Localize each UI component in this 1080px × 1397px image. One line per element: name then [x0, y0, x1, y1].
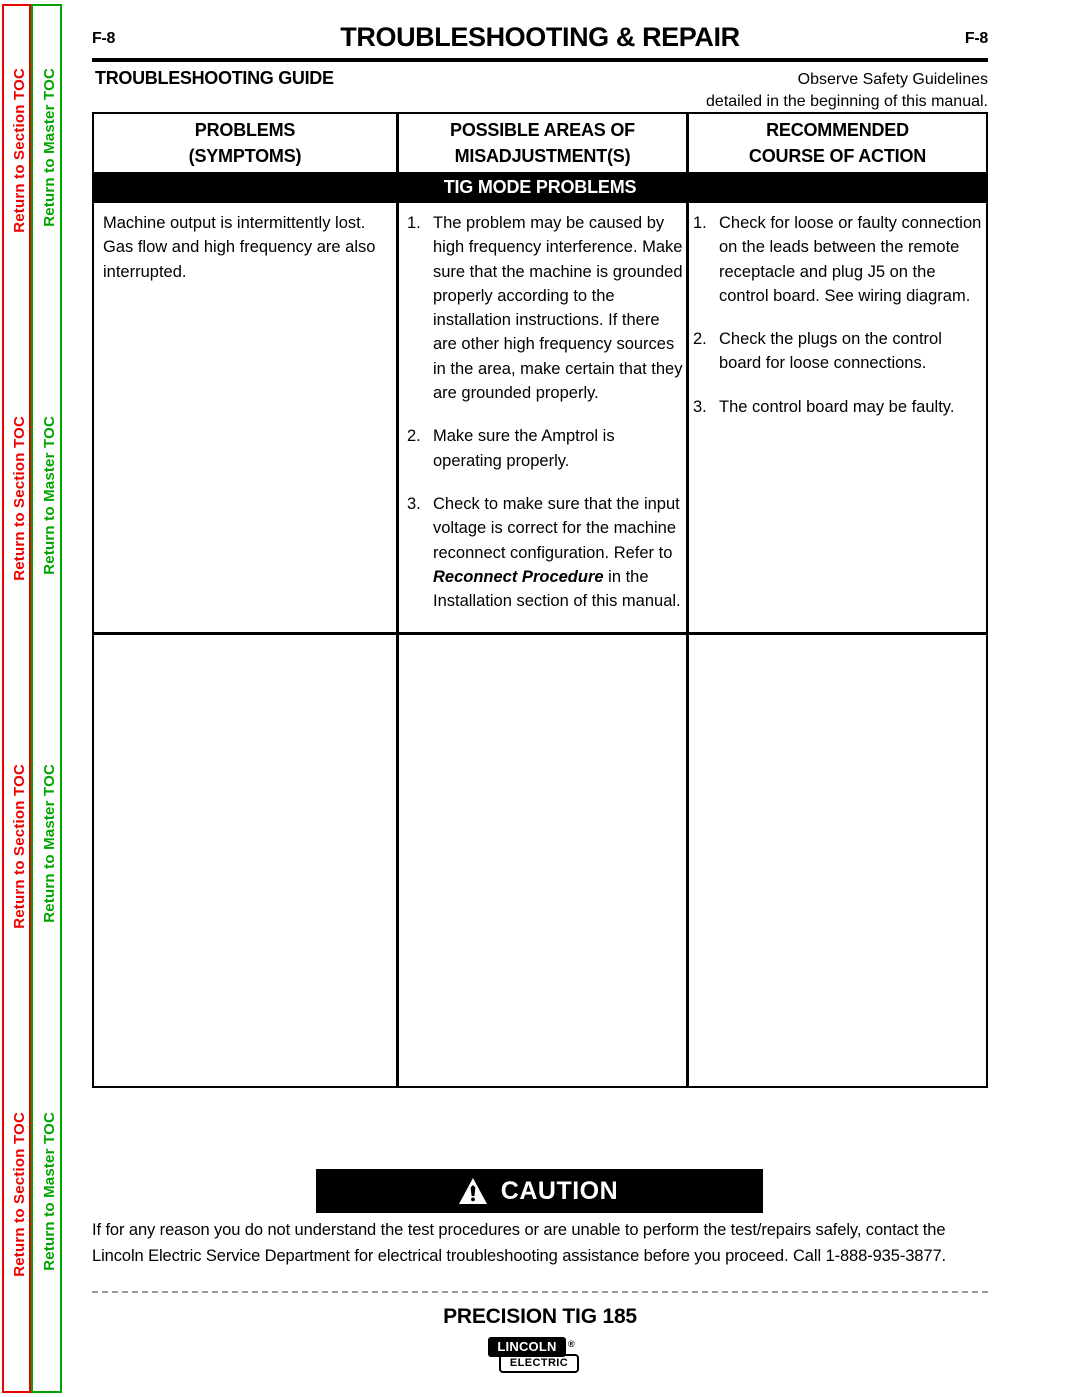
cell-misadjustments-empty	[399, 635, 686, 1086]
logo-lincoln-text: LINCOLN	[488, 1337, 566, 1357]
list-item: 1. The problem may be caused by high freq…	[407, 211, 684, 405]
list-marker: 2.	[407, 427, 421, 446]
list-item-text: The problem may be caused by high freque…	[433, 214, 683, 403]
safety-note-line1: Observe Safety Guidelines	[797, 71, 988, 88]
cell-misadjustments: 1. The problem may be caused by high freq…	[399, 203, 686, 632]
column-header-recommended-action: RECOMMENDED COURSE OF ACTION	[689, 114, 986, 172]
list-item-text: Check to make sure that the input voltag…	[433, 494, 680, 562]
column-header-line1: PROBLEMS	[194, 120, 296, 140]
column-header-misadjustments: POSSIBLE AREAS OF MISADJUSTMENT(S)	[399, 114, 686, 172]
list-item-text: Make sure the Amptrol is operating prope…	[433, 427, 615, 470]
list-item: 3. The control board may be faulty.	[693, 395, 982, 419]
list-item-text: Check for loose or faulty connection on …	[719, 214, 982, 305]
table-header-row: PROBLEMS (SYMPTOMS) POSSIBLE AREAS OF MI…	[94, 114, 986, 172]
column-header-line1: RECOMMENDED	[766, 120, 909, 140]
list-item-text: Check the plugs on the control board for…	[719, 330, 942, 373]
cell-symptom: Machine output is intermittently lost. G…	[94, 203, 396, 632]
return-to-master-toc-column[interactable]: Return to Master TOC Return to Master TO…	[31, 4, 62, 1393]
page-title: TROUBLESHOOTING & REPAIR	[340, 22, 740, 52]
return-to-section-toc-link[interactable]: Return to Section TOC	[7, 1112, 32, 1277]
column-header-line2: COURSE OF ACTION	[748, 146, 927, 166]
caution-body-text: If for any reason you do not understand …	[92, 1221, 946, 1265]
cell-recommended-actions: 1. Check for loose or faulty connection o…	[689, 203, 986, 632]
list-marker: 1.	[693, 214, 707, 232]
folio-right: F-8	[964, 30, 988, 47]
return-to-section-toc-link[interactable]: Return to Section TOC	[7, 68, 32, 233]
list-marker: 1.	[407, 214, 421, 232]
cell-symptom-empty	[94, 635, 396, 1086]
list-item: 1. Check for loose or faulty connection o…	[693, 211, 982, 308]
lincoln-electric-logo: ELECTRIC LINCOLN ®	[488, 1337, 592, 1377]
footer-dashed-divider	[92, 1291, 988, 1293]
warning-triangle-icon	[459, 1178, 487, 1204]
return-to-section-toc-link[interactable]: Return to Section TOC	[7, 416, 32, 581]
list-item: 3. Check to make sure that the input volt…	[407, 492, 684, 613]
caution-label: CAUTION	[500, 1177, 619, 1205]
table-row	[94, 635, 986, 1086]
toc-sidebar: Return to Section TOC Return to Section …	[0, 0, 90, 1397]
safety-note-line2: detailed in the beginning of this manual…	[706, 93, 988, 110]
list-item-text: The control board may be faulty.	[719, 397, 955, 416]
action-list: 1. Check for loose or faulty connection o…	[693, 211, 982, 419]
misadjustment-list: 1. The problem may be caused by high freq…	[407, 211, 684, 613]
return-to-master-toc-link[interactable]: Return to Master TOC	[37, 416, 62, 575]
return-to-section-toc-link[interactable]: Return to Section TOC	[7, 764, 32, 929]
caution-banner: CAUTION	[316, 1169, 763, 1213]
guide-title: TROUBLESHOOTING GUIDE	[95, 68, 334, 88]
column-header-problems: PROBLEMS (SYMPTOMS)	[94, 114, 396, 172]
list-marker: 3.	[693, 397, 707, 416]
troubleshooting-guide-table: PROBLEMS (SYMPTOMS) POSSIBLE AREAS OF MI…	[92, 112, 988, 1088]
list-item-emphasis: Reconnect Procedure	[433, 567, 604, 586]
list-marker: 2.	[693, 330, 707, 349]
return-to-master-toc-link[interactable]: Return to Master TOC	[37, 1112, 62, 1271]
list-marker: 3.	[407, 494, 421, 513]
return-to-master-toc-link[interactable]: Return to Master TOC	[37, 764, 62, 923]
cell-recommended-actions-empty	[689, 635, 986, 1086]
registered-trademark-icon: ®	[568, 1339, 575, 1349]
list-item: 2. Make sure the Amptrol is operating pro…	[407, 424, 684, 473]
footer-model-name: PRECISION TIG 185	[443, 1305, 637, 1328]
table-row: Machine output is intermittently lost. G…	[94, 203, 986, 632]
list-item: 2. Check the plugs on the control board f…	[693, 327, 982, 376]
column-header-line2: (SYMPTOMS)	[188, 146, 302, 166]
header-divider-rule	[92, 58, 988, 62]
return-to-section-toc-column[interactable]: Return to Section TOC Return to Section …	[2, 4, 31, 1393]
column-header-line1: POSSIBLE AREAS OF	[450, 120, 635, 140]
symptom-text: Machine output is intermittently lost. G…	[103, 214, 376, 281]
safety-note: Observe Safety Guidelines detailed in th…	[568, 69, 988, 113]
return-to-master-toc-link[interactable]: Return to Master TOC	[37, 68, 62, 227]
section-banner-tig-mode-problems: TIG MODE PROBLEMS	[94, 172, 986, 203]
column-header-line2: MISADJUSTMENT(S)	[454, 146, 631, 166]
